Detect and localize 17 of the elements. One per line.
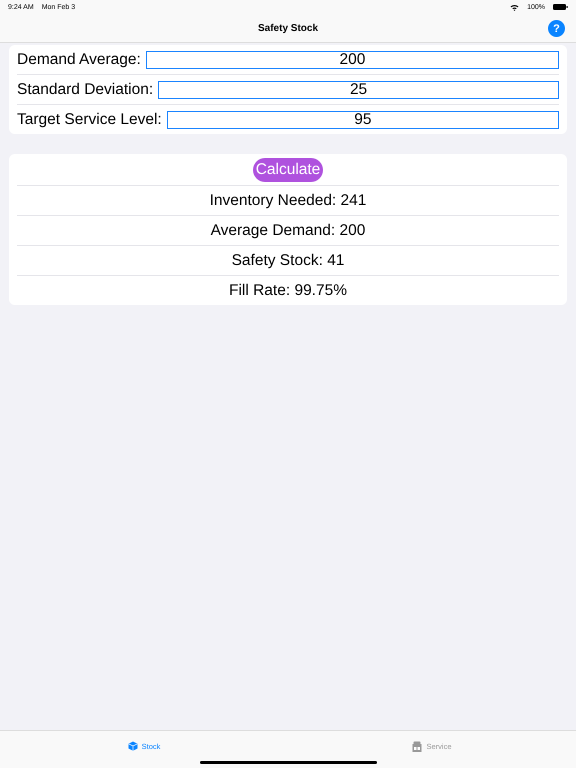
result-text: Inventory Needed: 241 (210, 192, 366, 210)
input-field[interactable]: 25 (158, 80, 559, 98)
result-text: Fill Rate: 99.75% (228, 282, 348, 300)
result-text: Average Demand: 200 (210, 222, 366, 240)
help-button[interactable]: ? (548, 20, 565, 37)
input-field[interactable]: 200 (146, 50, 559, 68)
field-label: Target Service Level: (17, 110, 162, 128)
box-icon (128, 741, 138, 751)
result-text: Safety Stock: 41 (232, 252, 344, 270)
input-field[interactable]: 95 (166, 110, 559, 128)
storefront-icon (412, 740, 422, 752)
wifi-icon (510, 4, 520, 10)
battery-icon (553, 4, 568, 10)
calculate-button[interactable]: Calculate (252, 158, 324, 182)
field-label: Standard Deviation: (17, 80, 154, 98)
field-label: Demand Average: (17, 50, 141, 68)
screen-title: Safety Stock (258, 22, 318, 34)
